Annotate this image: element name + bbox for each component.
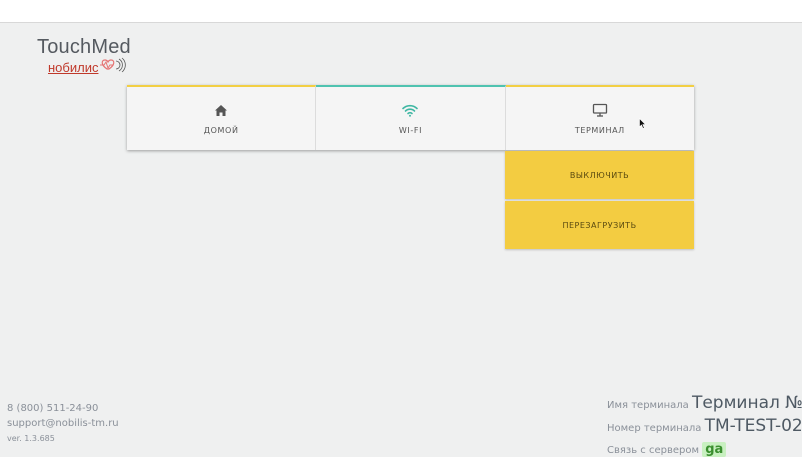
terminal-info: Имя терминала Терминал №2 Номер терминал… xyxy=(607,393,802,457)
logo: TouchMed нобилис xyxy=(37,36,133,77)
logo-main-text: TouchMed xyxy=(37,36,131,58)
support-email: support@nobilis-tm.ru xyxy=(7,418,119,429)
mouse-cursor-icon xyxy=(639,115,647,134)
tab-home-label: ДОМОЙ xyxy=(203,126,239,135)
terminal-number-label: Номер терминала xyxy=(607,423,702,434)
home-icon xyxy=(214,102,228,118)
wifi-icon xyxy=(402,102,419,118)
tab-terminal-label: ТЕРМИНАЛ xyxy=(574,126,625,135)
heart-pulse-icon xyxy=(99,57,133,77)
server-status-badge: ga xyxy=(702,442,727,457)
support-phone: 8 (800) 511-24-90 xyxy=(7,403,99,414)
logo-sub-text: нобилис xyxy=(48,59,99,75)
terminal-number-value: TM-TEST-02 xyxy=(704,416,802,436)
terminal-name-value: Терминал №2 xyxy=(691,393,802,413)
reboot-button[interactable]: ПЕРЕЗАГРУЗИТЬ xyxy=(505,201,694,249)
terminal-dropdown: ВЫКЛЮЧИТЬ ПЕРЕЗАГРУЗИТЬ xyxy=(505,151,694,249)
app-version: ver. 1.3.685 xyxy=(7,434,55,443)
top-strip xyxy=(0,0,802,22)
tab-terminal[interactable]: ТЕРМИНАЛ xyxy=(505,85,694,150)
monitor-icon xyxy=(592,102,608,118)
tab-wifi-label: WI-FI xyxy=(398,126,423,135)
main-nav: ДОМОЙ WI-FI ТЕРМИНАЛ xyxy=(127,85,694,150)
tab-home[interactable]: ДОМОЙ xyxy=(127,85,317,150)
support-info: 8 (800) 511-24-90 support@nobilis-tm.ru … xyxy=(7,401,119,446)
server-link-label: Связь с сервером xyxy=(607,445,700,456)
terminal-name-label: Имя терминала xyxy=(607,400,689,411)
shutdown-button[interactable]: ВЫКЛЮЧИТЬ xyxy=(505,151,694,199)
tab-wifi[interactable]: WI-FI xyxy=(316,85,506,150)
